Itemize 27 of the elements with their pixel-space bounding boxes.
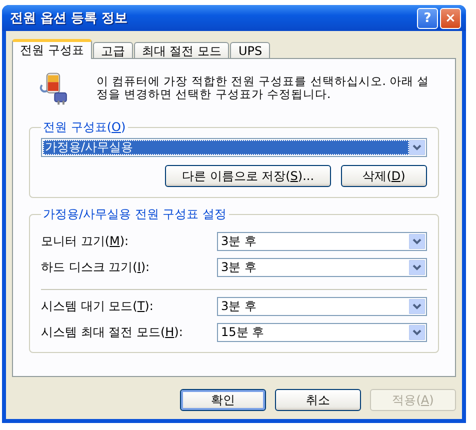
tab[interactable]: 고급 [92,42,133,59]
tab[interactable]: UPS [230,42,270,59]
time-dropdown[interactable]: 3분 후 [217,297,427,316]
ok-button[interactable]: 확인 [180,389,266,411]
setting-label: 시스템 최대 절전 모드(H): [41,324,183,341]
tab[interactable]: 최대 절전 모드 [134,42,230,59]
dropdown-arrow-icon[interactable] [409,325,425,340]
time-dropdown[interactable]: 3분 후 [217,232,427,251]
dropdown-value: 가정용/사무실용 [43,140,409,155]
scheme-dropdown[interactable]: 가정용/사무실용 [41,138,427,157]
time-dropdown[interactable]: 3분 후 [217,258,427,277]
setting-label: 시스템 대기 모드(T): [41,298,154,315]
dropdown-arrow-icon[interactable] [409,299,425,314]
time-dropdown[interactable]: 15분 후 [217,323,427,342]
cancel-button[interactable]: 취소 [275,389,361,411]
dropdown-arrow-icon[interactable] [409,260,425,275]
group-label: 전원 구성표(O) [42,119,127,136]
tab[interactable]: 전원 구성표 [12,39,92,59]
dropdown-arrow-icon[interactable] [409,140,425,155]
delete-button[interactable]: 삭제(D) [341,165,427,187]
dropdown-arrow-icon[interactable] [409,234,425,249]
setting-label: 모니터 끄기(M): [41,233,129,250]
save-as-button[interactable]: 다른 이름으로 저장(S)... [165,165,331,187]
setting-label: 하드 디스크 끄기(I): [41,259,150,276]
window-title: 전원 옵션 등록 정보 [10,10,128,27]
group-label: 가정용/사무실용 전원 구성표 설정 [42,206,228,223]
description-text: 이 컴퓨터에 가장 적합한 전원 구성표를 선택하십시오. 아래 설정을 변경하면 선택한 구성표가 수정됩니다. [96,75,430,101]
